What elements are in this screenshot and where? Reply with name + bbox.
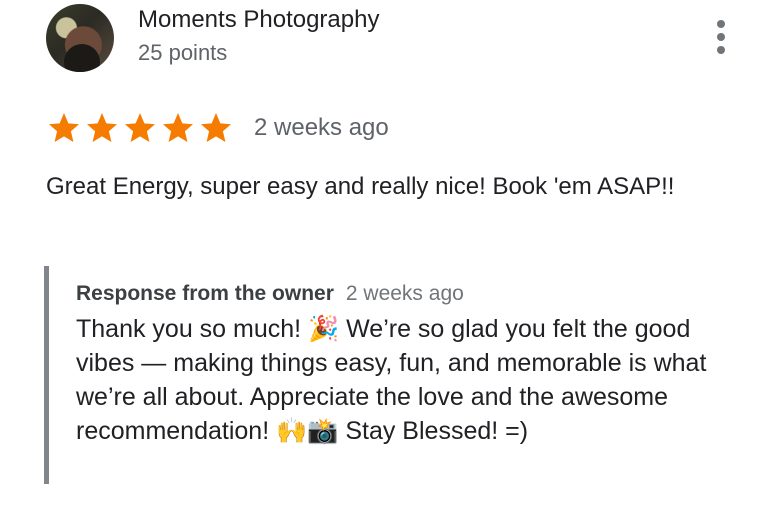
star-icon [87,113,117,142]
star-icon [49,113,79,142]
owner-response-header: Response from the owner 2 weeks ago [76,282,464,306]
review-time: 2 weeks ago [254,114,389,141]
response-text-part1: Thank you so much! [76,315,309,343]
party-popper-icon: 🎉 [308,314,340,343]
star-icon [163,113,193,142]
star-rating [46,110,234,146]
more-vert-icon[interactable] [710,20,734,56]
owner-response-label: Response from the owner [76,282,334,305]
star-icon [201,113,231,142]
response-text-part3: Stay Blessed! =) [338,417,529,445]
owner-response-text: Thank you so much! 🎉 We’re so glad you f… [76,312,736,448]
star-icon [125,113,155,142]
camera-flash-icon: 📸 [307,416,339,445]
response-divider [44,266,49,484]
raised-hands-icon: 🙌 [276,416,308,445]
reviewer-name[interactable]: Moments Photography [138,6,379,34]
owner-response-time: 2 weeks ago [345,282,464,305]
review-text: Great Energy, super easy and really nice… [46,173,675,200]
reviewer-points: 25 points [138,40,228,65]
avatar[interactable] [46,4,114,72]
